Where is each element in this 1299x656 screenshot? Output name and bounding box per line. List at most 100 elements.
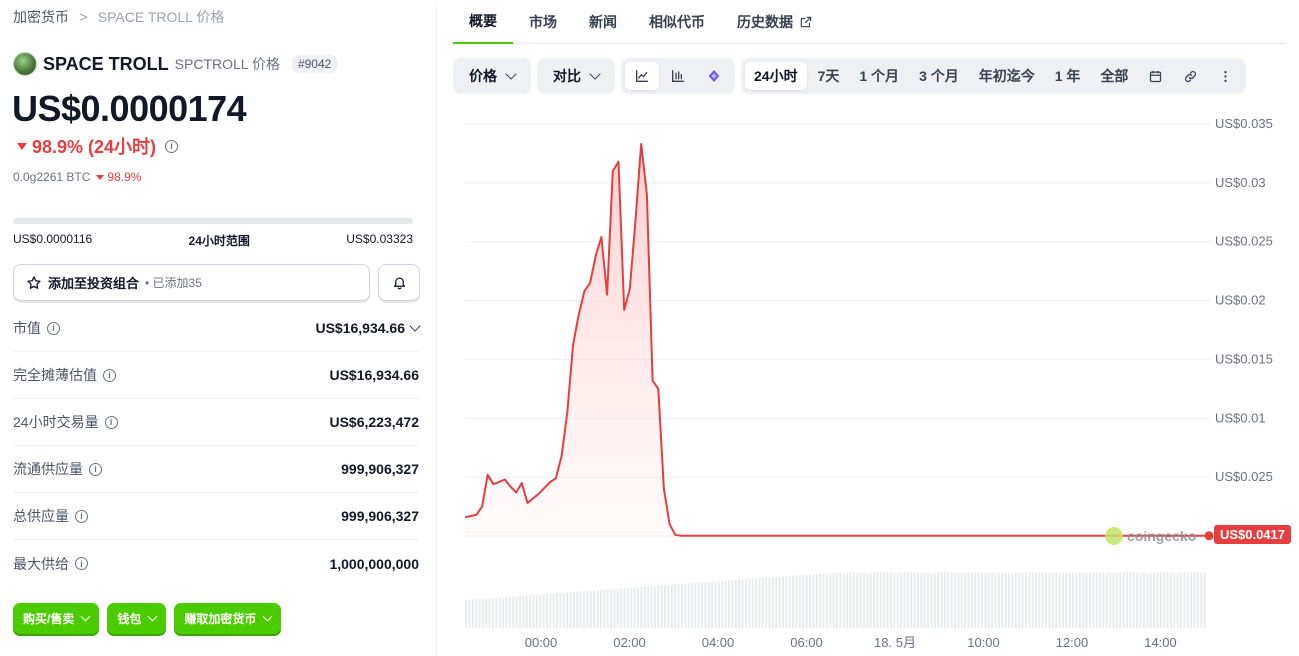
line-chart-button[interactable] bbox=[625, 62, 659, 90]
volume-bar bbox=[1055, 572, 1058, 628]
y-tick-label: US$0.025 bbox=[1215, 469, 1273, 484]
buy-sell-button[interactable]: 购买/售卖 bbox=[13, 603, 100, 634]
volume-bar bbox=[964, 572, 967, 628]
volume-bar bbox=[1031, 572, 1034, 628]
price-alert-button[interactable] bbox=[378, 264, 420, 301]
candlestick-chart-button[interactable] bbox=[661, 62, 695, 90]
tab-historical-data[interactable]: 历史数据 bbox=[721, 0, 829, 44]
tab-similar-coins[interactable]: 相似代币 bbox=[633, 0, 721, 44]
range-labels: US$0.0000116 24小时范围 US$0.03323 bbox=[13, 232, 413, 249]
volume-bar bbox=[1180, 572, 1183, 628]
volume-bar bbox=[1024, 572, 1027, 628]
volume-bar bbox=[657, 585, 660, 628]
volume-bar bbox=[960, 572, 963, 628]
volume-bar bbox=[1011, 572, 1014, 628]
volume-bar bbox=[1038, 572, 1041, 628]
down-arrow-icon bbox=[96, 174, 105, 180]
volume-bar bbox=[1163, 572, 1166, 628]
volume-bar bbox=[1078, 572, 1081, 628]
range-label: 24小时范围 bbox=[188, 234, 250, 248]
volume-bar bbox=[738, 579, 741, 628]
calendar-icon bbox=[1150, 70, 1162, 82]
stat-value: US$16,934.66 bbox=[315, 320, 421, 336]
y-tick-label: US$0.015 bbox=[1215, 351, 1273, 366]
range-3m-button[interactable]: 3 个月 bbox=[910, 62, 968, 90]
volume-bar bbox=[937, 572, 940, 628]
volume-bar bbox=[788, 576, 791, 628]
volume-bar bbox=[866, 572, 869, 628]
volume-bar bbox=[785, 576, 788, 628]
volume-bar bbox=[910, 572, 913, 628]
breadcrumb-root-link[interactable]: 加密货币 bbox=[13, 7, 69, 27]
earn-crypto-button[interactable]: 赚取加密货币 bbox=[174, 603, 282, 634]
info-icon[interactable]: i bbox=[89, 462, 102, 476]
volume-bar bbox=[583, 591, 586, 628]
range-1m-button[interactable]: 1 个月 bbox=[850, 62, 908, 90]
add-to-portfolio-button[interactable]: 添加至投资组合 • 已添加35 bbox=[13, 264, 370, 301]
price-chart[interactable]: US$0.035 US$0.03 US$0.025 US$0.02 US$0.015 US… bbox=[453, 104, 1299, 656]
price-dropdown-label: 价格 bbox=[469, 68, 497, 84]
volume-bar bbox=[653, 586, 656, 628]
volume-bar bbox=[660, 585, 663, 628]
wallet-button[interactable]: 钱包 bbox=[107, 603, 167, 634]
info-icon[interactable]: i bbox=[104, 415, 118, 429]
more-options-button[interactable] bbox=[1209, 62, 1242, 90]
stat-row-market-cap[interactable]: 市值 i US$16,934.66 bbox=[13, 305, 421, 352]
info-icon[interactable]: i bbox=[47, 321, 60, 335]
volume-bar bbox=[913, 572, 916, 628]
range-ytd-button[interactable]: 年初迄今 bbox=[970, 62, 1044, 90]
volume-bar bbox=[593, 590, 596, 628]
range-1y-button[interactable]: 1 年 bbox=[1046, 62, 1090, 90]
volume-bar bbox=[1122, 572, 1125, 628]
portfolio-added-count: • 已添加35 bbox=[145, 276, 202, 290]
volume-bar bbox=[488, 598, 491, 628]
stat-value-text: 999,906,327 bbox=[341, 508, 419, 524]
tradingview-icon bbox=[708, 70, 720, 82]
volume-bar bbox=[626, 588, 629, 628]
volume-bar bbox=[714, 581, 717, 628]
range-7d-button[interactable]: 7天 bbox=[809, 62, 849, 90]
volume-bar bbox=[495, 597, 498, 628]
info-icon[interactable]: i bbox=[75, 557, 88, 570]
volume-bar bbox=[616, 588, 619, 628]
tab-overview[interactable]: 概要 bbox=[453, 0, 513, 44]
volume-bar bbox=[758, 578, 761, 628]
volume-bar bbox=[1021, 572, 1024, 628]
chevron-down-icon bbox=[80, 611, 91, 622]
volume-bar bbox=[906, 572, 909, 628]
volume-bar bbox=[991, 572, 994, 628]
volume-bar bbox=[856, 572, 859, 628]
tradingview-button[interactable] bbox=[697, 62, 731, 90]
volume-bar bbox=[862, 572, 865, 628]
volume-bar bbox=[559, 593, 562, 628]
action-buttons: 购买/售卖 钱包 赚取加密货币 bbox=[13, 603, 282, 634]
volume-bar bbox=[879, 572, 882, 628]
range-all-button[interactable]: 全部 bbox=[1091, 62, 1137, 90]
volume-bar bbox=[532, 595, 535, 628]
price-dropdown[interactable]: 价格 bbox=[453, 58, 531, 94]
tab-label: 新闻 bbox=[589, 14, 617, 30]
volume-bar bbox=[1149, 572, 1152, 628]
volume-bar bbox=[1058, 572, 1061, 628]
tab-news[interactable]: 新闻 bbox=[573, 0, 633, 44]
tab-markets[interactable]: 市场 bbox=[513, 0, 573, 44]
volume-bar bbox=[650, 586, 653, 628]
x-tick-label: 02:00 bbox=[613, 635, 646, 650]
chevron-down-icon[interactable] bbox=[409, 320, 421, 332]
volume-bar bbox=[1196, 572, 1199, 628]
stat-value-text: US$16,934.66 bbox=[315, 320, 405, 336]
share-link-button[interactable] bbox=[1174, 62, 1207, 90]
volume-bar bbox=[822, 573, 825, 628]
info-icon[interactable]: i bbox=[165, 139, 179, 153]
info-icon[interactable]: i bbox=[75, 509, 88, 523]
range-24h-button[interactable]: 24小时 bbox=[745, 62, 807, 90]
x-tick-label: 04:00 bbox=[702, 635, 735, 650]
volume-bar bbox=[620, 588, 623, 628]
btc-change-value: 98.9% bbox=[107, 170, 142, 184]
volume-bar bbox=[1028, 572, 1031, 628]
coingecko-logo-icon bbox=[1105, 527, 1123, 545]
volume-bar bbox=[977, 572, 980, 628]
calendar-button[interactable] bbox=[1139, 62, 1172, 90]
compare-dropdown[interactable]: 对比 bbox=[537, 58, 615, 94]
info-icon[interactable]: i bbox=[103, 368, 116, 382]
